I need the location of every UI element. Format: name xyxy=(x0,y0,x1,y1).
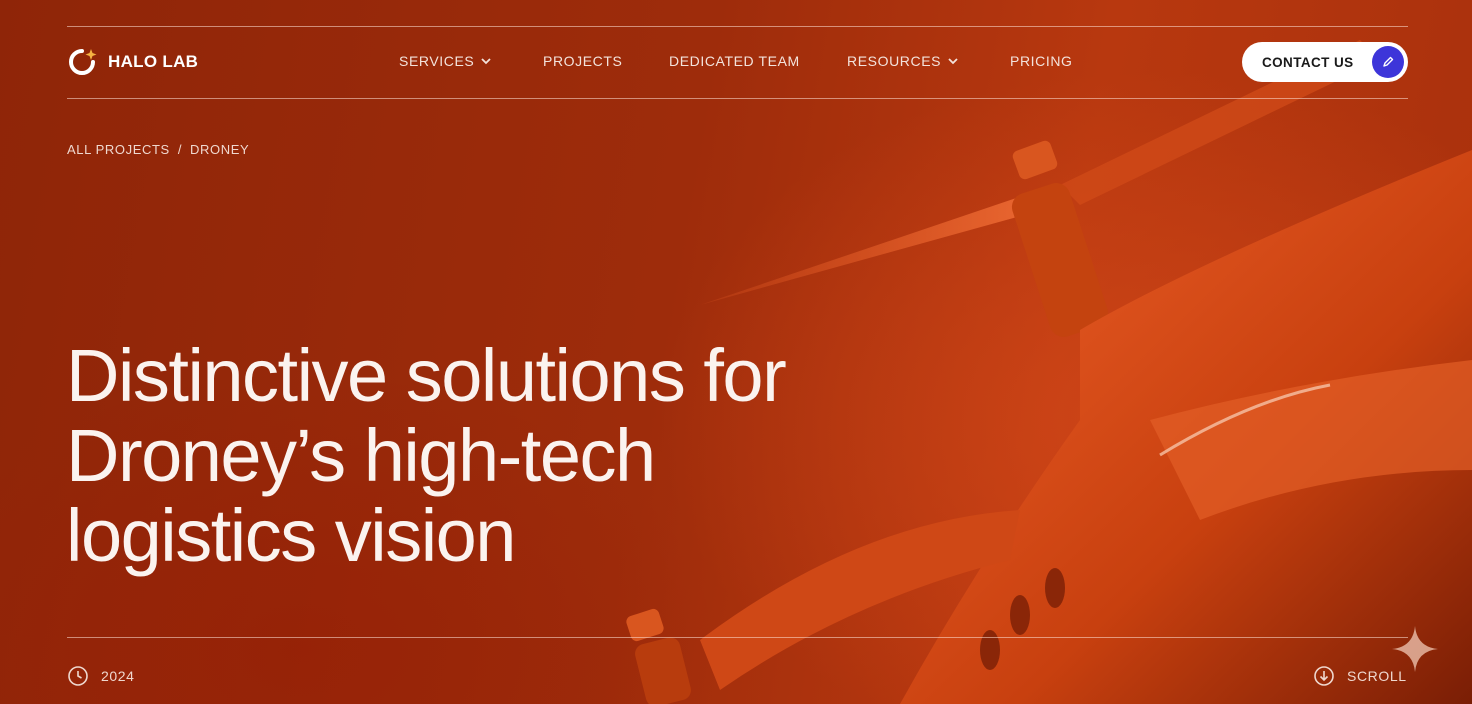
nav-services[interactable]: SERVICES xyxy=(399,53,492,69)
clock-icon xyxy=(68,666,88,686)
breadcrumb-current: DRONEY xyxy=(190,142,250,157)
sparkle-icon xyxy=(1392,626,1438,672)
nav-projects[interactable]: PROJECTS xyxy=(543,53,622,69)
nav-pricing[interactable]: PRICING xyxy=(1010,53,1073,69)
page-title: Distinctive solutions for Droney’s high-… xyxy=(66,336,966,576)
header-top-divider xyxy=(67,26,1408,27)
project-year: 2024 xyxy=(67,665,135,687)
year-label: 2024 xyxy=(101,668,135,684)
halo-logo-icon xyxy=(69,49,97,75)
nav-dedicated-team-label: DEDICATED TEAM xyxy=(669,53,800,69)
brand-logo[interactable]: HALO LAB xyxy=(66,46,198,78)
breadcrumb-separator: / xyxy=(177,142,183,157)
brand-name: HALO LAB xyxy=(108,52,199,71)
breadcrumb-all-projects[interactable]: ALL PROJECTS xyxy=(67,142,170,157)
chevron-down-icon xyxy=(481,58,491,65)
pencil-icon xyxy=(1372,46,1404,78)
footer-divider xyxy=(67,637,1408,638)
headline-line-1: Distinctive solutions for xyxy=(66,334,787,417)
nav-projects-label: PROJECTS xyxy=(543,53,623,69)
nav-dedicated-team[interactable]: DEDICATED TEAM xyxy=(669,53,800,69)
headline-line-3: logistics vision xyxy=(66,494,516,577)
nav-pricing-label: PRICING xyxy=(1010,53,1073,69)
arrow-down-circle-icon xyxy=(1314,666,1334,686)
breadcrumb: ALL PROJECTS / DRONEY xyxy=(67,142,249,157)
nav-resources-label: RESOURCES xyxy=(847,53,942,69)
headline-line-2: Droney’s high-tech xyxy=(66,414,656,497)
contact-us-label: CONTACT US xyxy=(1262,54,1354,70)
nav-services-label: SERVICES xyxy=(399,53,475,69)
chevron-down-icon xyxy=(948,58,958,65)
header-bottom-divider xyxy=(67,98,1408,99)
nav-resources[interactable]: RESOURCES xyxy=(847,53,959,69)
contact-us-button[interactable]: CONTACT US xyxy=(1242,42,1408,82)
